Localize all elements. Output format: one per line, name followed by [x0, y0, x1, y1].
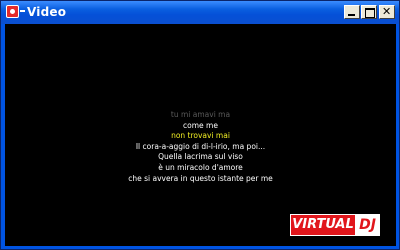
lyric-line-current: non trovavi mai: [171, 131, 230, 141]
app-icon[interactable]: [6, 5, 19, 18]
window-title: Video: [27, 5, 67, 19]
logo-dj-text: DJ: [359, 217, 376, 233]
lyric-line: che si avvera in questo istante per me: [128, 173, 273, 183]
close-button[interactable]: ✕: [379, 5, 395, 19]
lyric-line-previous: tu mi amavi ma: [170, 110, 231, 119]
logo-virtual-text: VIRTUAL: [291, 215, 355, 235]
lyric-line: come me: [183, 120, 218, 130]
video-window: Video ✕ tu mi amavi ma come me non trova…: [0, 0, 400, 250]
close-icon: ✕: [382, 5, 392, 18]
minimize-button[interactable]: [344, 5, 360, 19]
video-area: tu mi amavi ma come me non trovavi mai I…: [5, 24, 396, 246]
virtualdj-logo: VIRTUAL DJ: [290, 214, 380, 236]
app-menu-dash-icon: [20, 10, 25, 12]
lyric-line: Il cora-a-aggio di di-l-irio, ma poi...: [135, 141, 266, 151]
minimize-icon: [348, 14, 355, 16]
title-bar[interactable]: Video ✕: [1, 1, 399, 24]
lyrics-block: tu mi amavi ma come me non trovavi mai I…: [5, 110, 396, 184]
lyric-line: Quella lacrima sul viso: [158, 152, 243, 162]
lyric-line: è un miracolo d'amore: [158, 162, 243, 172]
maximize-button[interactable]: [361, 5, 377, 19]
maximize-icon: [365, 8, 375, 18]
